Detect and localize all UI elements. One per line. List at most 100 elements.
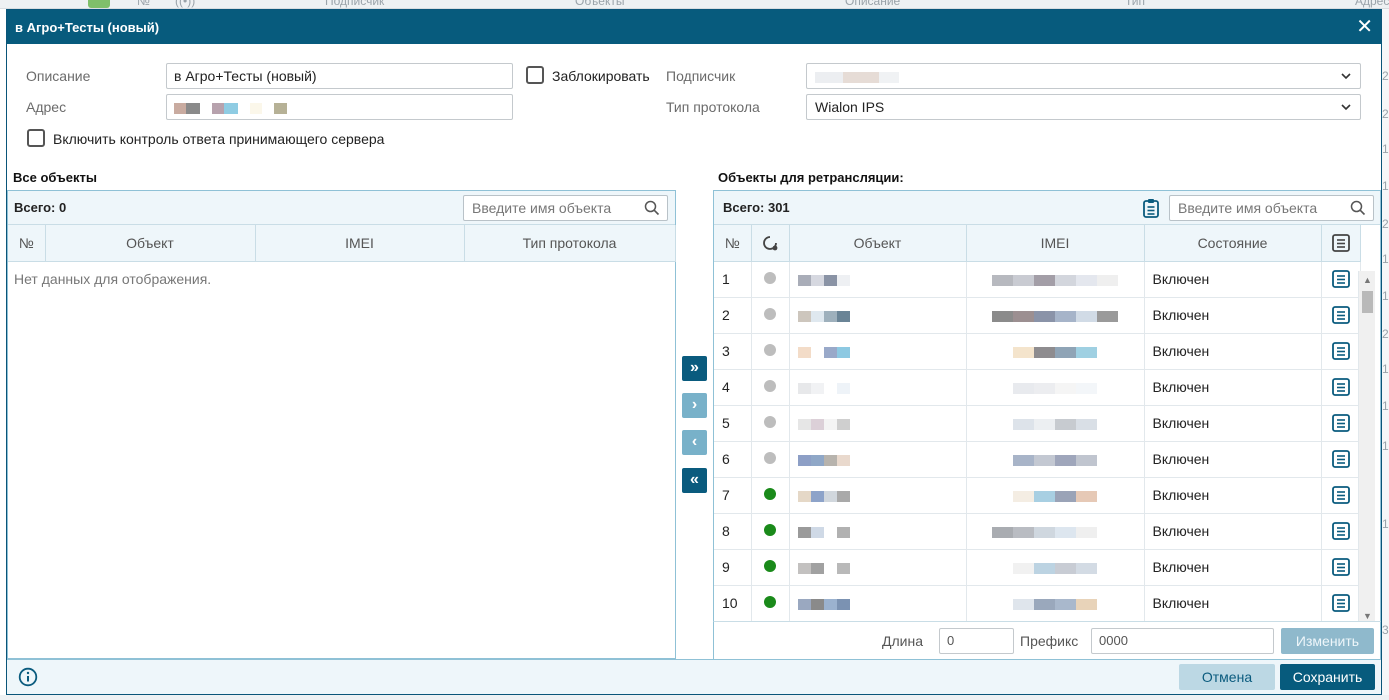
table-row[interactable]: 9 Включен bbox=[714, 549, 1361, 586]
retranslation-search-input[interactable]: Введите имя объекта bbox=[1169, 195, 1374, 221]
col-num[interactable]: № bbox=[714, 225, 752, 262]
remove-all-button[interactable]: « bbox=[682, 468, 707, 493]
block-checkbox[interactable] bbox=[526, 66, 544, 84]
table-scrollbar[interactable]: ▲ ▼ bbox=[1358, 271, 1375, 627]
row-state: Включен bbox=[1144, 333, 1322, 370]
details-icon[interactable] bbox=[1331, 557, 1351, 577]
row-actions[interactable] bbox=[1321, 261, 1361, 298]
row-imei bbox=[966, 441, 1145, 478]
dialog-footer: Отмена Сохранить bbox=[7, 659, 1381, 694]
all-objects-search-input[interactable]: Введите имя объекта bbox=[463, 195, 668, 221]
col-object[interactable]: Объект bbox=[45, 225, 256, 262]
row-state: Включен bbox=[1144, 585, 1322, 622]
row-actions[interactable] bbox=[1321, 333, 1361, 370]
row-imei bbox=[966, 261, 1145, 298]
row-number: 9 bbox=[714, 549, 752, 586]
row-actions[interactable] bbox=[1321, 297, 1361, 334]
protocol-select[interactable]: Wialon IPS bbox=[806, 94, 1361, 120]
table-header-row: № Объект IMEI Тип протокола bbox=[8, 225, 676, 262]
table-row[interactable]: 8 Включен bbox=[714, 513, 1361, 550]
redacted-value bbox=[1013, 526, 1034, 538]
row-state: Включен bbox=[1144, 261, 1322, 298]
info-icon[interactable] bbox=[18, 667, 38, 687]
row-actions[interactable] bbox=[1321, 405, 1361, 442]
col-state[interactable]: Состояние bbox=[1144, 225, 1322, 262]
server-control-checkbox[interactable] bbox=[27, 129, 45, 147]
redacted-value bbox=[992, 274, 1013, 286]
details-icon[interactable] bbox=[1331, 449, 1351, 469]
details-icon[interactable] bbox=[1331, 269, 1351, 289]
scroll-up-icon[interactable]: ▲ bbox=[1363, 275, 1372, 285]
scrollbar-thumb[interactable] bbox=[1362, 291, 1373, 313]
details-icon[interactable] bbox=[1331, 305, 1351, 325]
table-row[interactable]: 4 Включен bbox=[714, 369, 1361, 406]
description-label: Описание bbox=[26, 68, 91, 84]
details-icon[interactable] bbox=[1331, 341, 1351, 361]
add-selected-button[interactable]: › bbox=[682, 393, 707, 418]
redacted-value bbox=[836, 598, 850, 610]
remove-selected-button[interactable]: ‹ bbox=[682, 430, 707, 455]
col-num[interactable]: № bbox=[8, 225, 46, 262]
length-input[interactable]: 0 bbox=[939, 628, 1014, 654]
redacted-value bbox=[810, 310, 824, 322]
col-object[interactable]: Объект bbox=[789, 225, 967, 262]
row-actions[interactable] bbox=[1321, 513, 1361, 550]
redacted-value bbox=[836, 454, 850, 466]
redacted-value bbox=[1076, 310, 1097, 322]
table-row[interactable]: 5 Включен bbox=[714, 405, 1361, 442]
details-icon[interactable] bbox=[1331, 377, 1351, 397]
redacted-value bbox=[1097, 274, 1118, 286]
search-icon[interactable] bbox=[1350, 200, 1366, 216]
row-actions[interactable] bbox=[1321, 585, 1361, 622]
table-row[interactable]: 10 Включен bbox=[714, 585, 1361, 622]
description-input[interactable]: в Агро+Тесты (новый) bbox=[166, 63, 513, 89]
redacted-value bbox=[836, 310, 850, 322]
redacted-value bbox=[823, 526, 837, 538]
retranslator-dialog: в Агро+Тесты (новый) ✕ Описание в Агро+Т… bbox=[6, 9, 1382, 695]
table-row[interactable]: 1 Включен bbox=[714, 261, 1361, 298]
search-icon[interactable] bbox=[644, 200, 660, 216]
redacted-value bbox=[1034, 418, 1055, 430]
protocol-label: Тип протокола bbox=[666, 99, 760, 115]
redacted-value bbox=[810, 562, 824, 574]
details-icon[interactable] bbox=[1331, 593, 1351, 613]
row-actions[interactable] bbox=[1321, 441, 1361, 478]
clipboard-icon[interactable] bbox=[1142, 198, 1160, 218]
details-icon[interactable] bbox=[1331, 485, 1351, 505]
scroll-down-icon[interactable]: ▼ bbox=[1363, 611, 1372, 621]
redacted-value bbox=[810, 598, 824, 610]
all-objects-toolbar: Всего: 0 Введите имя объекта bbox=[8, 191, 675, 225]
redacted-value bbox=[1076, 274, 1097, 286]
col-menu[interactable] bbox=[1321, 225, 1361, 262]
col-protocol-type[interactable]: Тип протокола bbox=[464, 225, 676, 262]
row-imei bbox=[966, 513, 1145, 550]
details-icon[interactable] bbox=[1331, 521, 1351, 541]
row-status bbox=[751, 369, 790, 406]
cancel-button[interactable]: Отмена bbox=[1179, 664, 1275, 690]
row-actions[interactable] bbox=[1321, 369, 1361, 406]
search-placeholder: Введите имя объекта bbox=[472, 200, 612, 216]
col-imei[interactable]: IMEI bbox=[255, 225, 465, 262]
change-button[interactable]: Изменить bbox=[1281, 628, 1374, 654]
row-actions[interactable] bbox=[1321, 549, 1361, 586]
col-status[interactable] bbox=[751, 225, 790, 262]
close-icon[interactable]: ✕ bbox=[1356, 17, 1373, 37]
details-icon[interactable] bbox=[1331, 413, 1351, 433]
table-row[interactable]: 7 Включен bbox=[714, 477, 1361, 514]
save-button[interactable]: Сохранить bbox=[1280, 664, 1375, 690]
redacted-value bbox=[1055, 346, 1076, 358]
redacted-value bbox=[1034, 490, 1055, 502]
table-row[interactable]: 2 Включен bbox=[714, 297, 1361, 334]
subscriber-select[interactable] bbox=[806, 63, 1361, 89]
prefix-input[interactable]: 0000 bbox=[1091, 628, 1274, 654]
redacted-value bbox=[238, 102, 250, 114]
redacted-value bbox=[174, 102, 186, 114]
row-actions[interactable] bbox=[1321, 477, 1361, 514]
col-imei[interactable]: IMEI bbox=[966, 225, 1145, 262]
redacted-value bbox=[823, 418, 837, 430]
add-all-button[interactable]: » bbox=[682, 356, 707, 381]
address-input[interactable] bbox=[166, 94, 513, 120]
table-row[interactable]: 6 Включен bbox=[714, 441, 1361, 478]
table-row[interactable]: 3 Включен bbox=[714, 333, 1361, 370]
redacted-value bbox=[1013, 598, 1034, 610]
